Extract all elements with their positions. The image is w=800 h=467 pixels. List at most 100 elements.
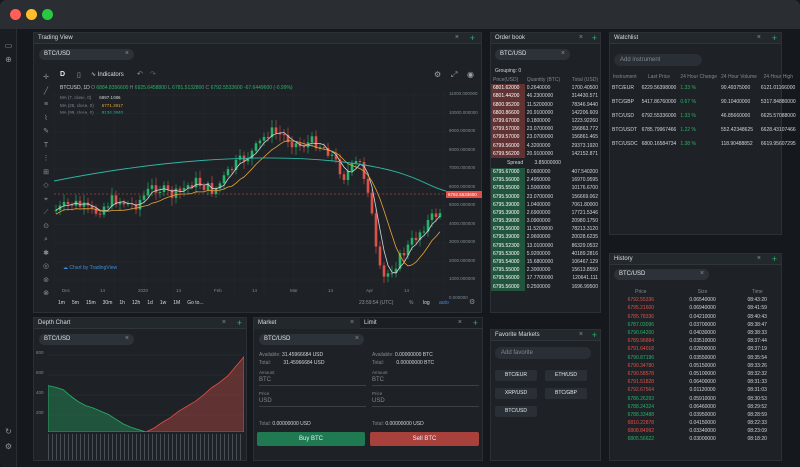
ask-row[interactable]: 6801.62000 0.2640000 1700.40500 (491, 84, 600, 93)
range-button[interactable]: 15m (86, 300, 96, 306)
add-icon[interactable]: + (772, 254, 777, 264)
symbol-chip[interactable]: BTC/USD × (495, 49, 570, 60)
sell-price-field[interactable]: Price USD (372, 391, 479, 407)
favorite-xrp-usd[interactable]: XRP/USD (495, 388, 537, 399)
ask-row[interactable]: 6799.56000 4.3200000 29373.1920 (491, 141, 600, 150)
indicators-button[interactable]: ∿ Indicators (91, 71, 124, 78)
bid-row[interactable]: 6795.55000 2.3000000 15613.8550 (491, 266, 600, 275)
range-button[interactable]: 1h (119, 300, 125, 306)
add-icon[interactable]: + (592, 330, 597, 340)
favorite-btc-gbp[interactable]: BTC/GBP (545, 388, 587, 399)
add-instrument-input[interactable]: Add instrument (614, 54, 702, 66)
close-icon[interactable]: × (455, 34, 459, 41)
snapshot-icon[interactable]: ◉ (467, 70, 474, 79)
redo-icon[interactable]: ↷ (150, 70, 156, 78)
bid-row[interactable]: 6795.39000 1.0400000 7061.80000 (491, 200, 600, 209)
watchlist-row[interactable]: BTC/EUR 6229.56398000 1.33 % 90.49375000 612… (610, 81, 798, 95)
close-icon[interactable]: × (458, 319, 462, 326)
ask-row[interactable]: 6799.57000 23.0700000 156861.465 (491, 133, 600, 142)
drawing-tools-icon[interactable]: ✛ ╱ ≡ ⌇ ✎ T ⋮ ⊞ ◇ ⌖ ⟋ ⊙ ⌕ ✱ ◎ ⊚ ⊗ (39, 71, 53, 301)
symbol-chip[interactable]: BTC/USD × (259, 334, 364, 345)
close-icon[interactable]: × (579, 34, 583, 41)
add-icon[interactable]: + (470, 33, 475, 43)
bid-row[interactable]: 6795.39000 3.0900000 20980.1750 (491, 217, 600, 226)
favorite-btc-usd[interactable]: BTC/USD (495, 406, 537, 417)
symbol-chip[interactable]: BTC/USD × (39, 49, 134, 60)
close-icon[interactable]: × (125, 50, 129, 57)
symbol-chip[interactable]: BTC/USD × (39, 334, 134, 345)
add-circle-icon[interactable]: ⊕ (4, 55, 13, 64)
close-icon[interactable]: × (757, 34, 761, 41)
bid-row[interactable]: 6795.54000 15.6800000 106467.129 (491, 257, 600, 267)
add-favorite-input[interactable]: Add favorite (495, 347, 591, 359)
chart-settings-icon[interactable]: ⚙ (434, 70, 441, 79)
watchlist-row[interactable]: BTC/USD 6792.55336000 1.33 % 46.85660000 662… (610, 109, 798, 123)
range-button[interactable]: 12h (132, 300, 140, 306)
tab-market[interactable]: Market (258, 320, 276, 326)
ask-row[interactable]: 6799.57000 23.0700000 156863.772 (491, 125, 600, 134)
favorite-btc-eur[interactable]: BTC/EUR (495, 370, 537, 381)
sell-amount-field[interactable]: Amount BTC (372, 370, 479, 386)
ask-row[interactable]: 6800.86600 20.9100000 142206.609 (491, 108, 600, 117)
log-toggle[interactable]: log (423, 300, 430, 306)
bid-row[interactable]: 6795.55000 1.5000000 10176.6700 (491, 184, 600, 193)
range-button[interactable]: 1M (173, 300, 180, 306)
close-icon[interactable]: × (355, 335, 359, 342)
symbol-chip[interactable]: BTC/USD × (614, 269, 709, 280)
close-icon[interactable]: × (125, 335, 129, 342)
close-icon[interactable]: × (222, 319, 226, 326)
bid-row[interactable]: 6795.56000 17.7700000 120641.111 (491, 274, 600, 283)
watchlist-row[interactable]: BTC/USDC 6800.16584734 1.38 % 118.90488852 6… (610, 137, 798, 151)
buy-amount-field[interactable]: Amount BTC (259, 370, 366, 386)
buy-price-field[interactable]: Price USD (259, 391, 366, 407)
watchlist-row[interactable]: BTC/GBP 5417.86760000 0.67 % 90.10400000 531… (610, 95, 798, 109)
ask-row[interactable]: 6800.95200 11.5200000 78346.9440 (491, 100, 600, 109)
interval-selector[interactable]: D (60, 71, 65, 78)
add-icon[interactable]: + (592, 33, 597, 43)
bid-row[interactable]: 6795.56000 11.5200000 78213.3120 (491, 225, 600, 234)
add-icon[interactable]: + (473, 318, 478, 328)
settings-icon[interactable]: ⚙ (4, 442, 13, 451)
bid-row[interactable]: 6795.52300 13.0100000 86329.0532 (491, 241, 600, 250)
bid-row[interactable]: 6795.56000 0.2500000 1696.99500 (491, 282, 600, 291)
range-button[interactable]: 1w (160, 300, 166, 306)
close-icon[interactable]: × (350, 319, 354, 326)
tradingview-brand[interactable]: ☁ Chart by TradingView (63, 265, 117, 271)
bar-style-icon[interactable]: ▯ (77, 71, 81, 79)
bid-row[interactable]: 6795.56000 2.4950000 16970.9595 (491, 176, 600, 185)
close-icon[interactable]: × (700, 270, 704, 277)
range-button[interactable]: 5m (72, 300, 79, 306)
fullscreen-icon[interactable]: ⤢ (451, 70, 457, 80)
close-icon[interactable]: × (757, 255, 761, 262)
bid-row[interactable]: 6795.39000 2.6900000 17721.5346 (491, 208, 600, 217)
percent-toggle[interactable]: % (409, 300, 413, 306)
layout-icon[interactable]: ▭ (4, 41, 13, 50)
add-icon[interactable]: + (237, 318, 242, 328)
scale-settings-icon[interactable]: ⚙ (469, 298, 475, 306)
ask-row[interactable]: 6801.44200 46.2300000 314430.571 (491, 92, 600, 101)
close-window-button[interactable] (10, 9, 21, 20)
sell-button[interactable]: Sell BTC (370, 432, 479, 446)
watchlist-row[interactable]: BTC/USDT 6785.79967466 1.22 % 552.42348625 6… (610, 123, 798, 137)
close-icon[interactable]: × (561, 50, 565, 57)
bid-row[interactable]: 6795.53000 5.9200000 40189.2816 (491, 249, 600, 258)
ask-row[interactable]: 6799.56200 20.9100000 142152.871 (491, 149, 600, 158)
tab-limit[interactable]: Limit (364, 320, 377, 326)
range-button[interactable]: 30m (103, 300, 113, 306)
range-button[interactable]: 1m (58, 300, 65, 306)
depth-chart[interactable] (48, 352, 244, 432)
favorite-eth-usd[interactable]: ETH/USD (545, 370, 587, 381)
auto-toggle[interactable]: auto (439, 300, 449, 306)
minimize-window-button[interactable] (26, 9, 37, 20)
grouping-label[interactable]: Grouping: 0 (495, 68, 521, 74)
add-icon[interactable]: + (772, 33, 777, 43)
bid-row[interactable]: 6795.39000 2.9600000 20028.6235 (491, 233, 600, 242)
refresh-icon[interactable]: ↻ (4, 427, 13, 436)
range-button[interactable]: Go to... (187, 300, 203, 306)
ask-row[interactable]: 6799.67000 0.1800000 1223.92260 (491, 116, 600, 126)
bid-row[interactable]: 6795.50000 23.0700000 156669.062 (491, 192, 600, 201)
buy-button[interactable]: Buy BTC (257, 432, 365, 446)
close-icon[interactable]: × (579, 331, 583, 338)
range-button[interactable]: 1d (147, 300, 153, 306)
maximize-window-button[interactable] (42, 9, 53, 20)
